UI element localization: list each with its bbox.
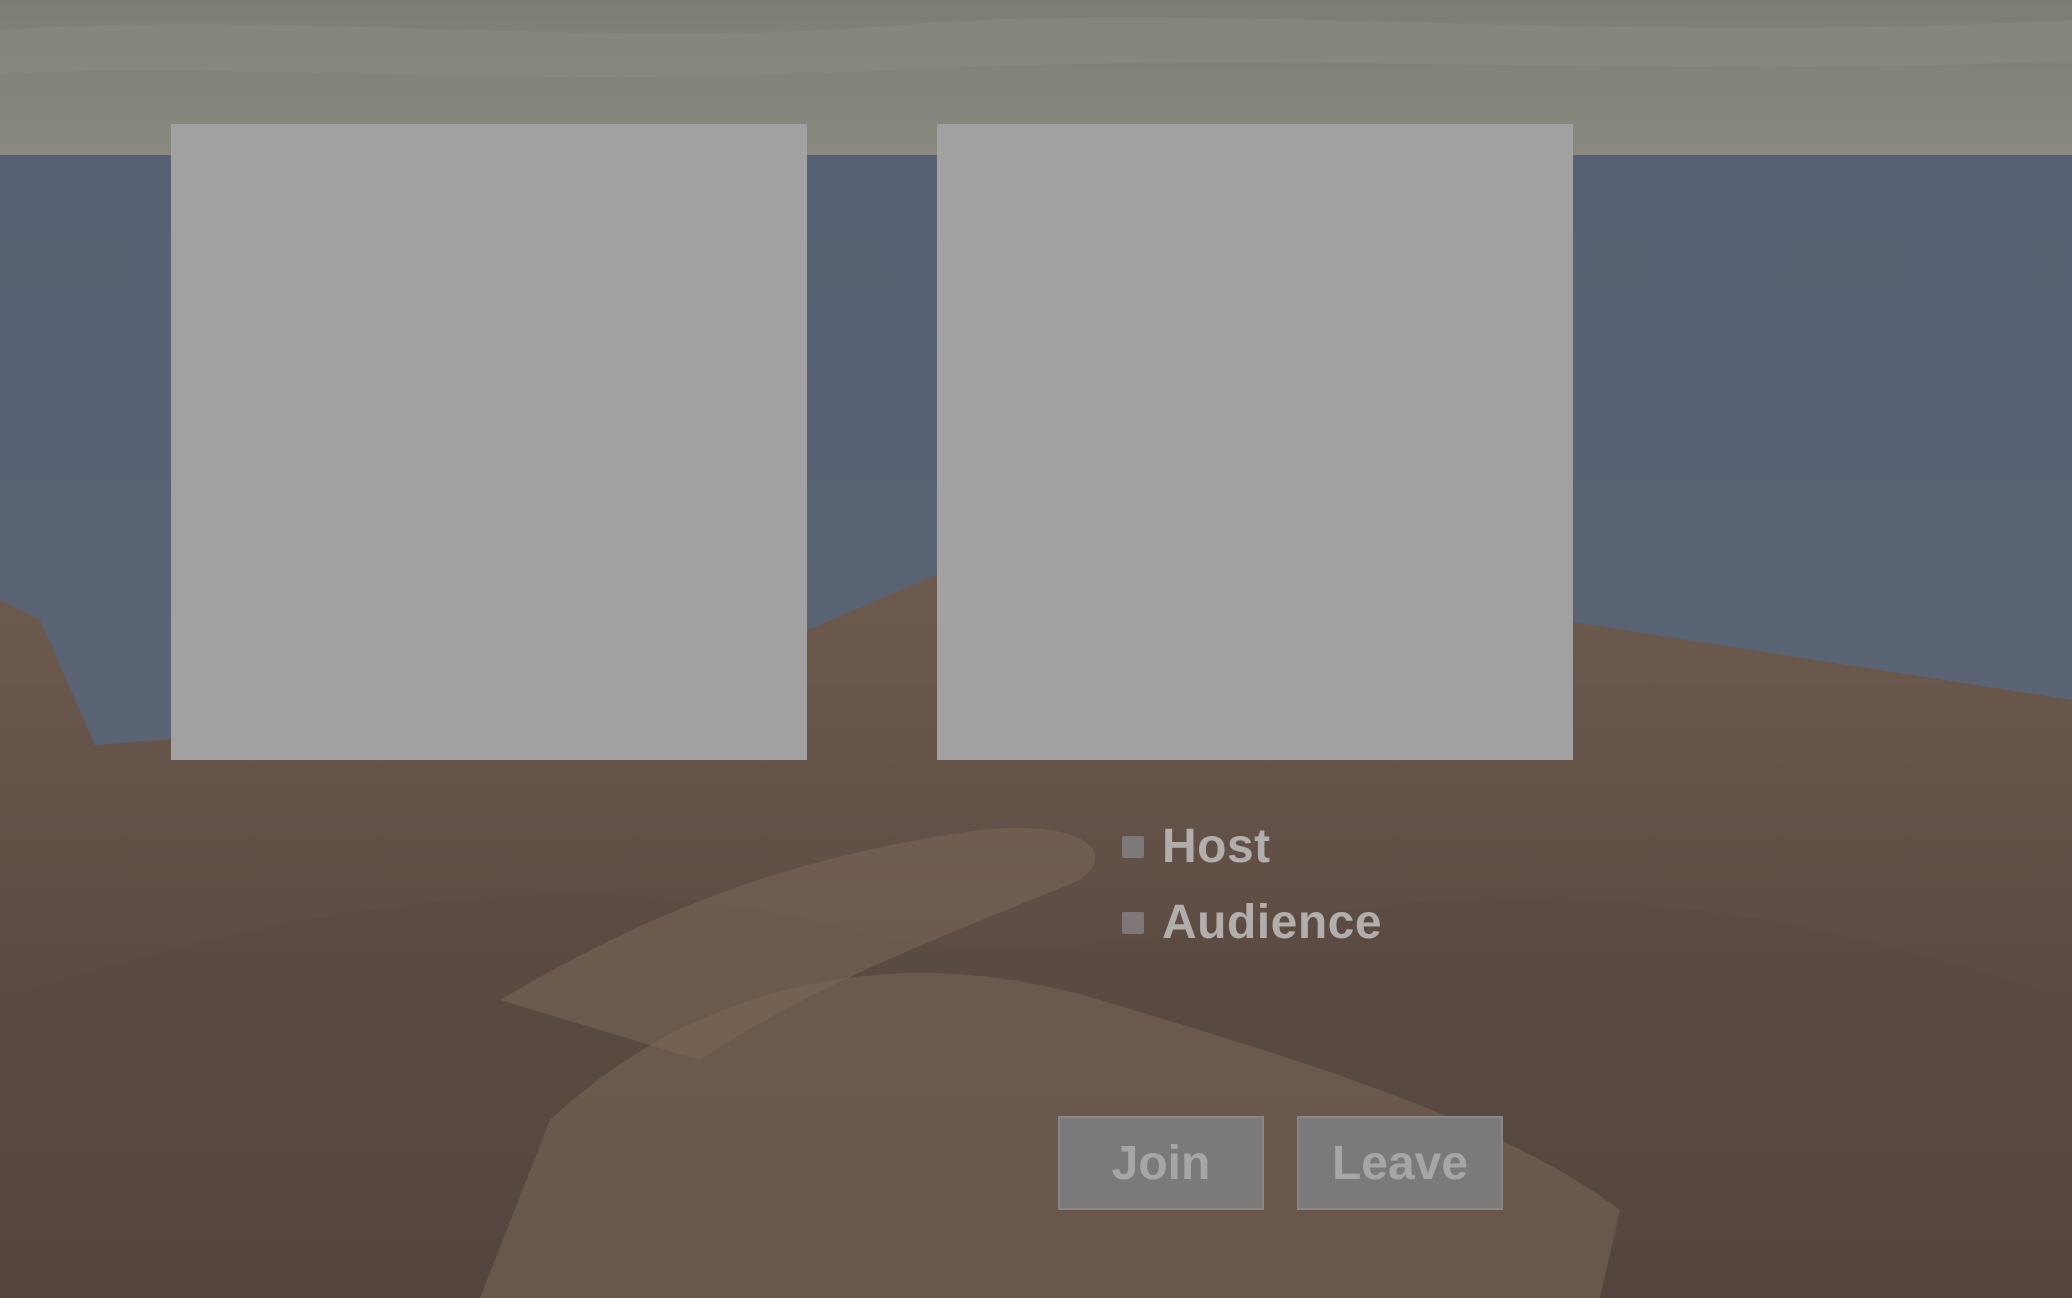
host-role-toggle[interactable]: Host <box>1122 818 1271 876</box>
host-checkbox[interactable] <box>1122 836 1144 858</box>
audience-label: Audience <box>1162 896 1383 949</box>
game-view: Host Audience Join Leave <box>0 0 2072 1298</box>
join-button[interactable]: Join <box>1058 1116 1264 1210</box>
local-video-panel <box>171 124 807 760</box>
audience-checkbox[interactable] <box>1122 912 1144 934</box>
leave-button[interactable]: Leave <box>1297 1116 1503 1210</box>
remote-video-panel <box>937 124 1573 760</box>
audience-role-toggle[interactable]: Audience <box>1122 894 1382 952</box>
host-label: Host <box>1162 820 1271 873</box>
